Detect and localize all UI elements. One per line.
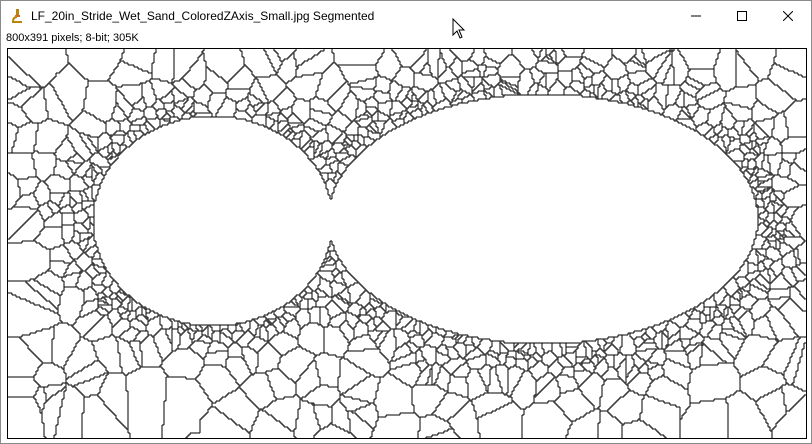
minimize-icon bbox=[691, 15, 701, 17]
mouse-cursor-icon bbox=[452, 18, 466, 39]
maximize-icon bbox=[737, 11, 747, 21]
imagej-microscope-icon bbox=[9, 8, 25, 24]
image-info-line: 800x391 pixels; 8-bit; 305K bbox=[6, 32, 139, 44]
segment-boundaries bbox=[8, 49, 806, 438]
maximize-button[interactable] bbox=[719, 1, 765, 31]
close-button[interactable] bbox=[765, 1, 811, 31]
window-controls bbox=[673, 1, 811, 31]
segmented-image bbox=[8, 49, 806, 438]
close-icon bbox=[783, 11, 793, 21]
title-bar[interactable]: LF_20in_Stride_Wet_Sand_ColoredZAxis_Sma… bbox=[1, 1, 811, 31]
window-title: LF_20in_Stride_Wet_Sand_ColoredZAxis_Sma… bbox=[31, 9, 375, 23]
minimize-button[interactable] bbox=[673, 1, 719, 31]
image-canvas[interactable] bbox=[7, 48, 807, 439]
image-window: LF_20in_Stride_Wet_Sand_ColoredZAxis_Sma… bbox=[0, 0, 812, 444]
